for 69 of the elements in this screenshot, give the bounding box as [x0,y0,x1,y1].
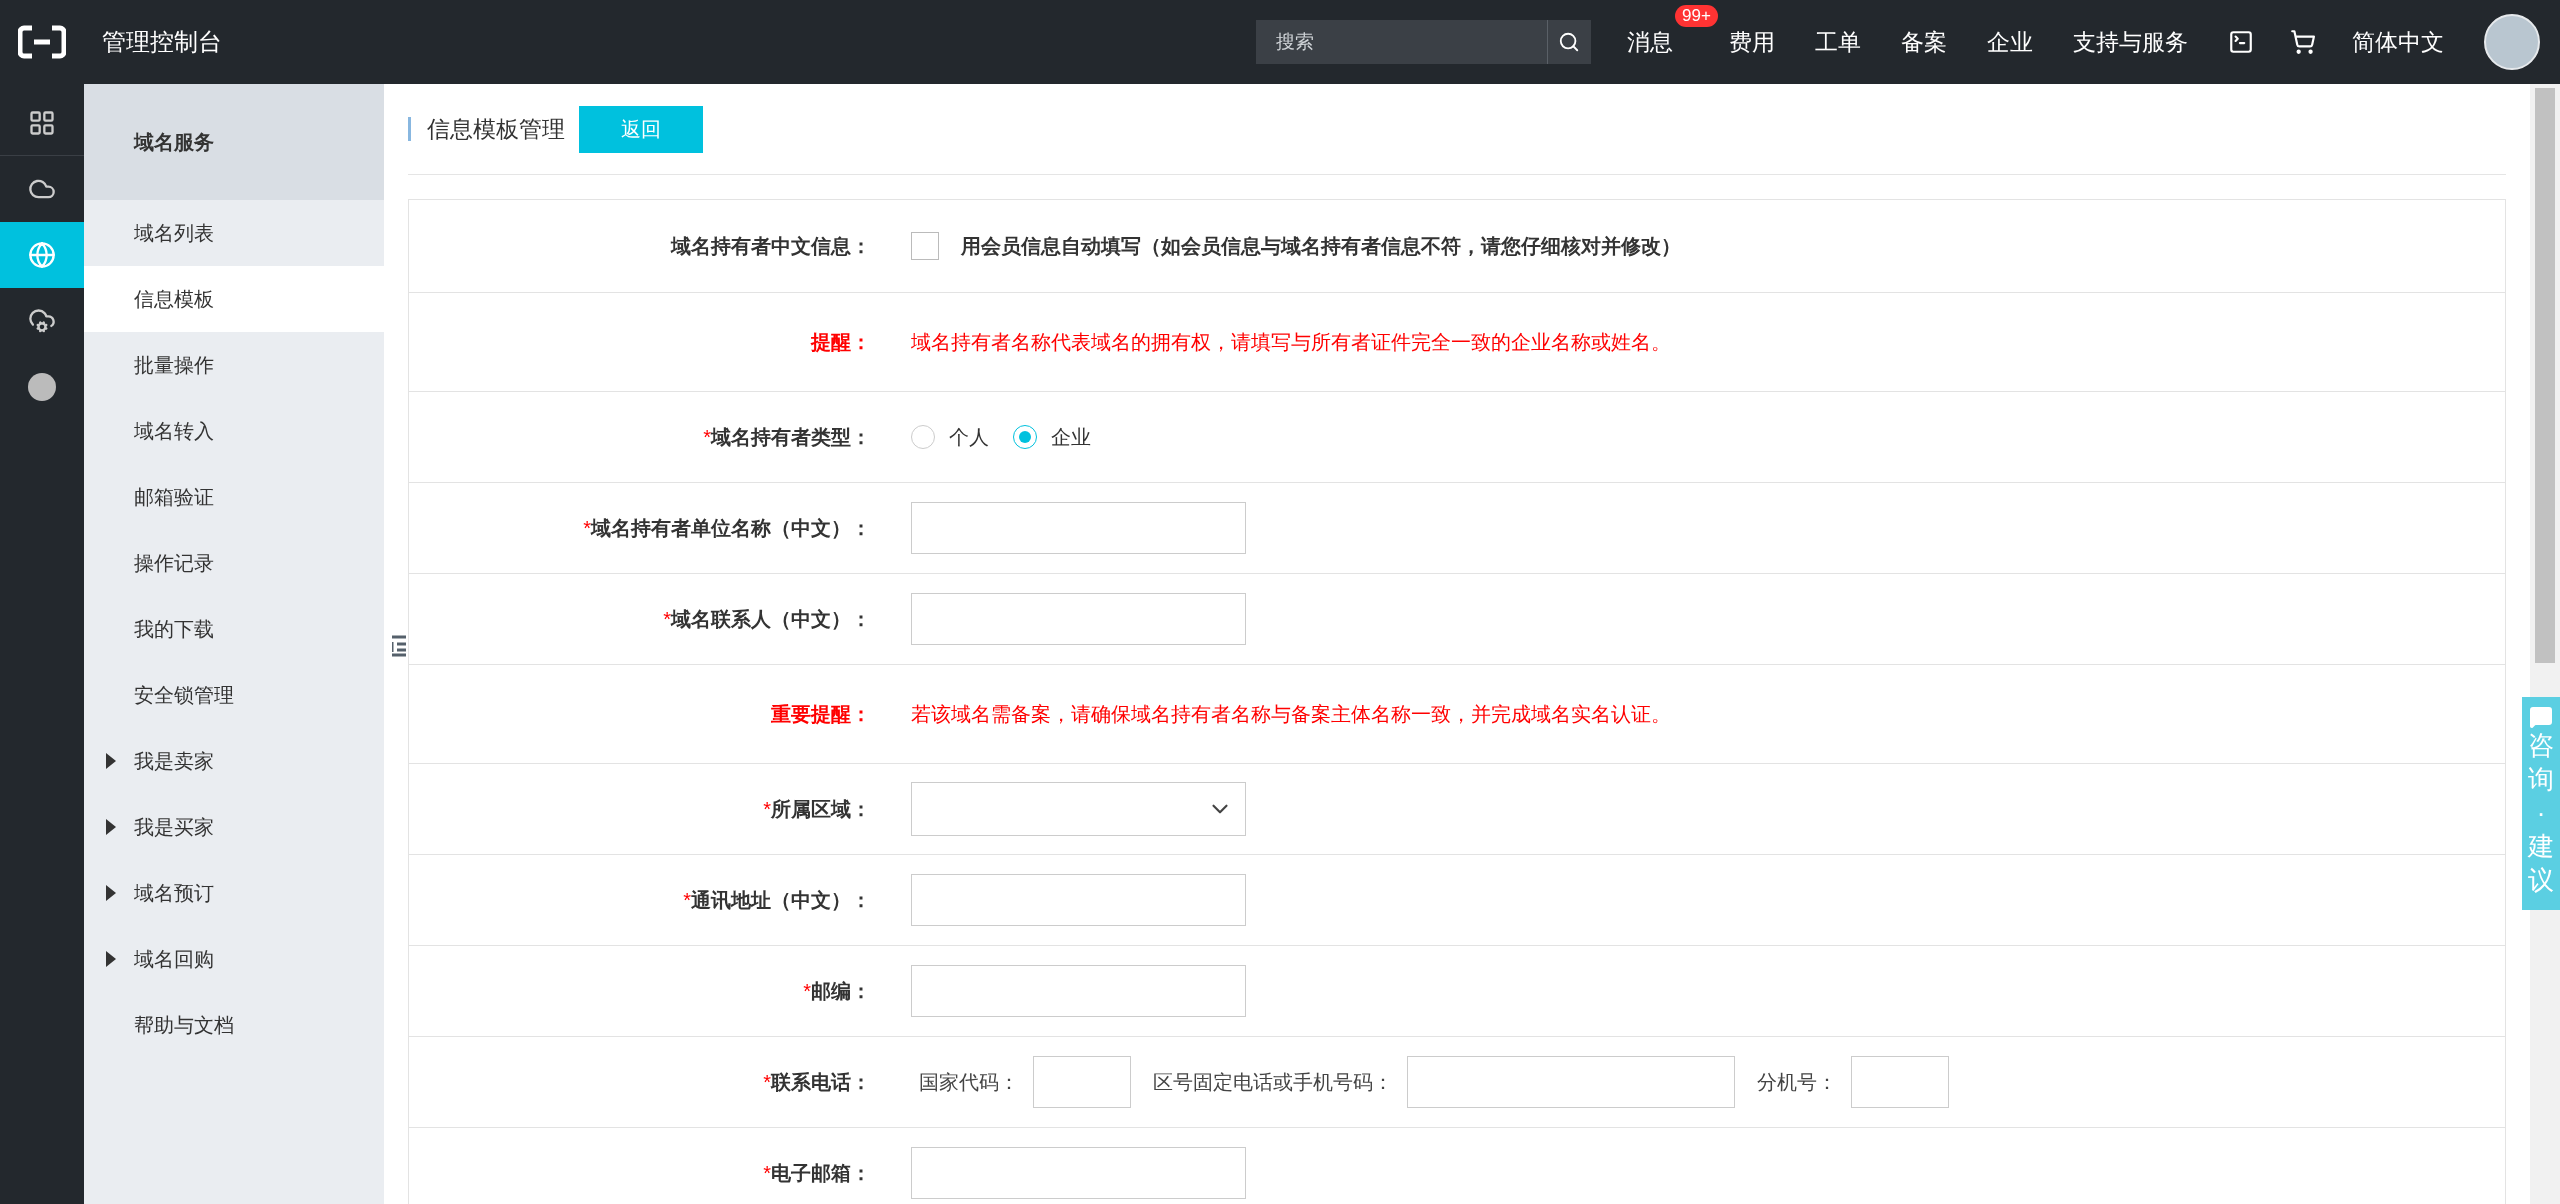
terminal-icon[interactable] [2228,29,2254,55]
sidebar-item[interactable]: 信息模板 [84,266,384,332]
count-badge: 99+ [1675,4,1718,27]
field-label: *邮编： [802,978,872,1004]
field-label: *域名联系人（中文）： [662,606,872,632]
sidebar-title: 域名服务 [84,84,384,200]
sidebar-item[interactable]: 批量操作 [84,332,384,398]
sidebar-item[interactable]: 我是卖家 [84,728,384,794]
phone-input[interactable] [1407,1056,1735,1108]
search-icon[interactable] [1547,20,1591,64]
nav-link[interactable]: 企业 [1987,26,2033,58]
globe-icon [28,241,56,269]
field-label: 区号固定电话或手机号码： [1153,1069,1393,1095]
field-label: *联系电话： [762,1069,872,1095]
radio-label: 个人 [949,424,989,450]
sidebar-item[interactable]: 域名转入 [84,398,384,464]
sidebar-item[interactable]: 帮助与文档 [84,992,384,1058]
nav-link[interactable]: 费用 [1729,26,1775,58]
page-title: 信息模板管理 [408,117,565,141]
nav-link[interactable]: 工单 [1815,26,1861,58]
console-title: 管理控制台 [102,27,223,57]
caret-icon [104,885,116,901]
checkbox[interactable] [911,232,939,260]
field-label: *域名持有者类型： [702,424,872,450]
sidebar-item[interactable]: 域名预订 [84,860,384,926]
field-label: *所属区域： [762,796,872,822]
phone-input[interactable] [1033,1056,1131,1108]
language-link[interactable]: 简体中文 [2352,26,2444,58]
field-label: *域名持有者单位名称（中文）： [582,515,872,541]
cloud-gear-icon [28,307,56,335]
avatar[interactable] [2484,14,2540,70]
logo-icon [18,24,66,60]
sidebar-item[interactable]: 域名回购 [84,926,384,992]
grid-icon [28,108,56,137]
scrollbar-thumb[interactable] [2535,88,2555,663]
caret-icon [104,951,116,967]
notice-text: 域名持有者名称代表域名的拥有权，请填写与所有者证件完全一致的企业名称或姓名。 [911,329,1671,355]
radio-label: 企业 [1051,424,1091,450]
region-select[interactable] [911,782,1246,836]
text-input[interactable] [911,965,1246,1017]
phone-input[interactable] [1851,1056,1949,1108]
nav-link[interactable]: 备案 [1901,26,1947,58]
text-input[interactable] [911,593,1246,645]
sidebar-item[interactable]: 安全锁管理 [84,662,384,728]
field-label: 分机号： [1757,1069,1837,1095]
sidebar-item[interactable]: 我的下载 [84,596,384,662]
text-input[interactable] [911,502,1246,554]
text-input[interactable] [911,1147,1246,1199]
sidebar-item[interactable]: 域名列表 [84,200,384,266]
nav-link[interactable]: 支持与服务 [2073,26,2188,58]
field-label: 重要提醒： [770,701,872,727]
sidebar-item[interactable]: 操作记录 [84,530,384,596]
cart-icon[interactable] [2290,29,2316,55]
field-label: 域名持有者中文信息： [669,233,872,259]
text-input[interactable] [911,874,1246,926]
circle-icon [27,372,57,402]
field-label: *电子邮箱： [762,1160,872,1186]
chat-icon [2529,705,2553,729]
search-field[interactable]: 搜索 [1256,20,1547,64]
field-label: 国家代码： [919,1069,1019,1095]
caret-icon [104,819,116,835]
nav-link[interactable]: 消息 [1627,26,1673,58]
notice-text: 若该域名需备案，请确保域名持有者名称与备案主体名称一致，并完成域名实名认证。 [911,701,1671,727]
checkbox-label: 用会员信息自动填写（如会员信息与域名持有者信息不符，请您仔细核对并修改） [961,233,1681,259]
field-label: 提醒： [809,329,872,355]
sidebar-item[interactable]: 我是买家 [84,794,384,860]
caret-icon [104,753,116,769]
field-label: *通讯地址（中文）： [682,887,872,913]
sidebar-item[interactable]: 邮箱验证 [84,464,384,530]
